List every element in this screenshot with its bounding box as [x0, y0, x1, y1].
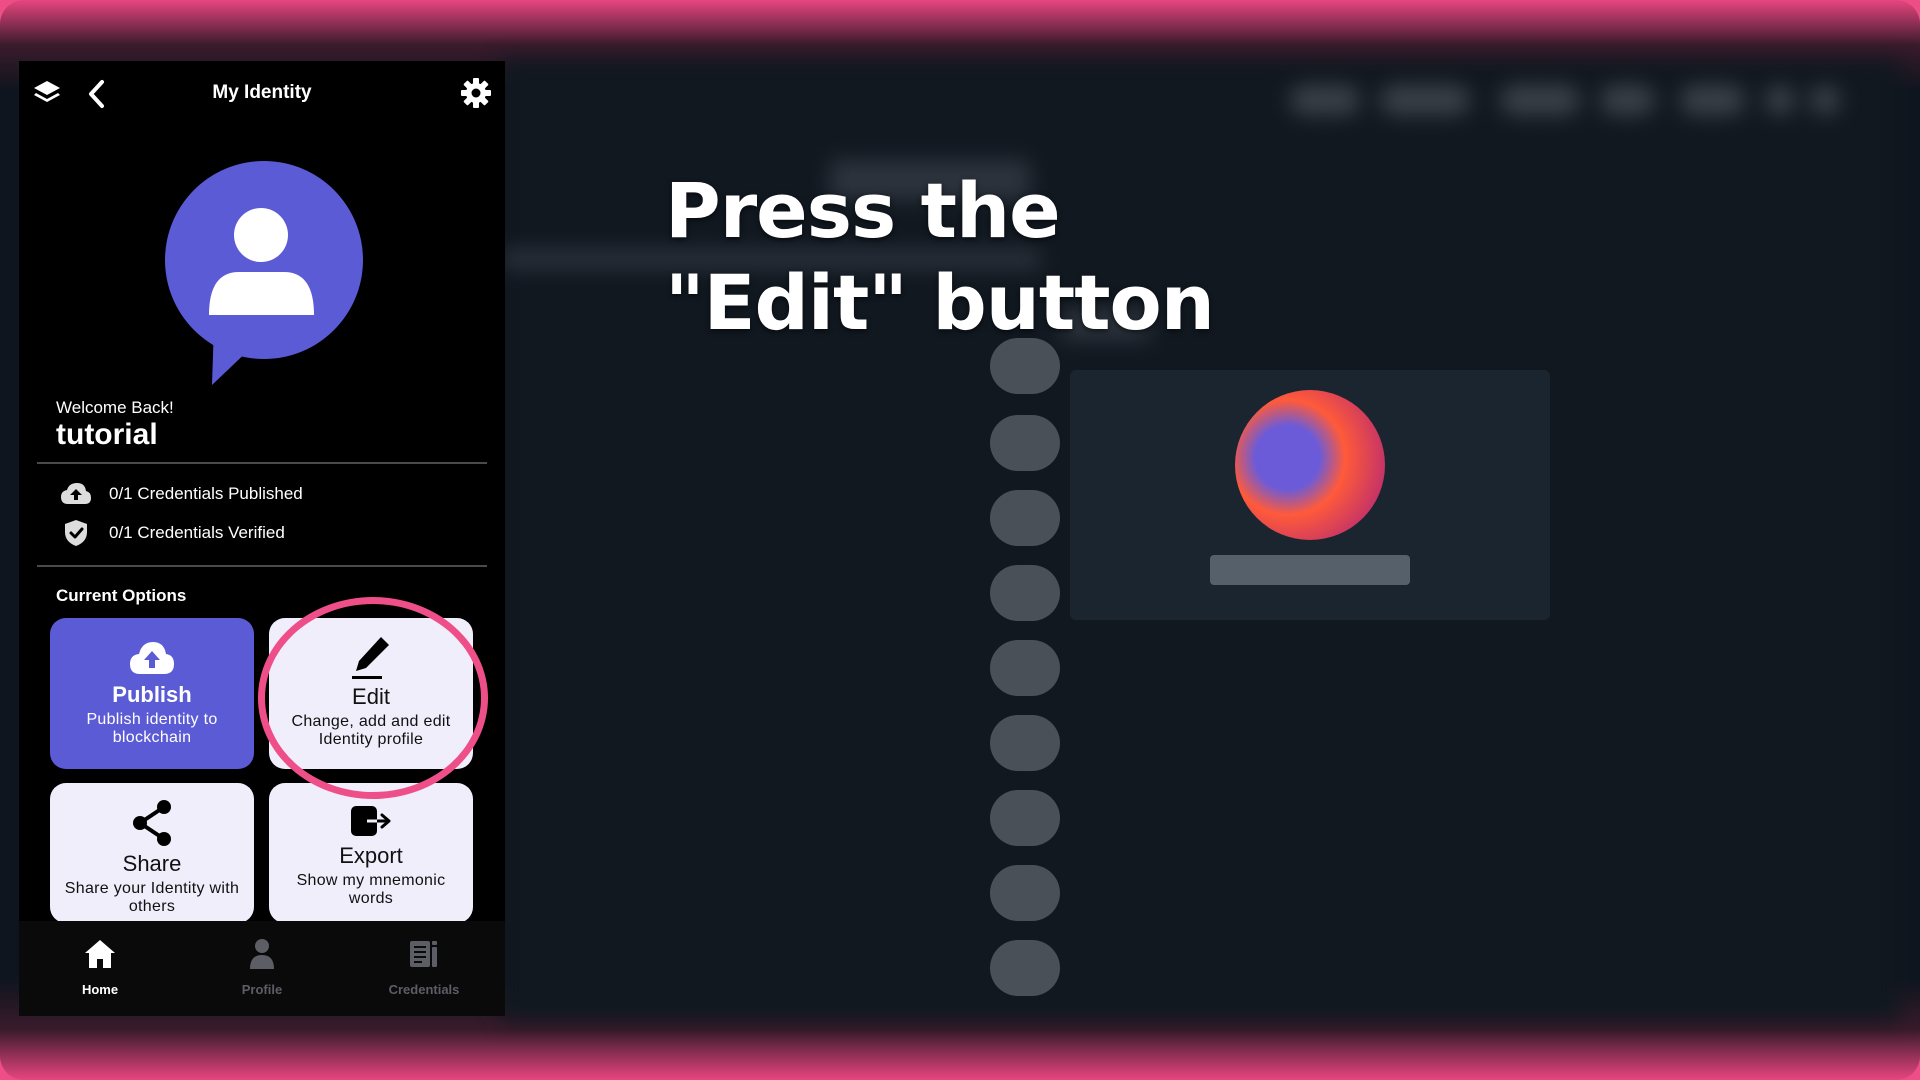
top-bar: My Identity	[19, 61, 505, 123]
nav-credentials[interactable]: Credentials	[343, 921, 505, 1016]
nav-profile[interactable]: Profile	[181, 921, 343, 1016]
user-speech-bubble-icon	[164, 160, 379, 390]
export-title: Export	[339, 843, 403, 868]
cloud-upload-icon	[129, 638, 175, 678]
username: tutorial	[56, 418, 158, 451]
section-label: Current Options	[56, 586, 187, 605]
share-title: Share	[122, 851, 182, 876]
publish-title: Publish	[112, 682, 192, 707]
welcome-text: Welcome Back!	[56, 398, 174, 417]
divider	[37, 462, 487, 464]
pencil-icon	[348, 634, 394, 680]
divider	[37, 565, 487, 567]
share-description: Share your Identity with others	[64, 880, 240, 915]
instruction-text: Press the "Edit" button	[665, 166, 1215, 347]
gear-icon[interactable]	[460, 77, 492, 109]
publish-button[interactable]: Publish Publish identity to blockchain	[50, 618, 254, 769]
nav-credentials-label: Credentials	[388, 982, 460, 997]
share-icon	[129, 799, 175, 847]
published-count: 0/1 Credentials Published	[109, 484, 303, 503]
cloud-upload-icon	[59, 480, 93, 508]
verified-count: 0/1 Credentials Verified	[109, 523, 285, 542]
document-icon	[409, 936, 439, 972]
home-icon	[84, 936, 116, 972]
edit-description: Change, add and edit Identity profile	[291, 713, 451, 748]
nav-home[interactable]: Home	[19, 921, 181, 1016]
export-button[interactable]: Export Show my mnemonic words	[269, 783, 473, 923]
nav-home-label: Home	[81, 982, 119, 997]
bottom-nav: Home Profile Credentials	[19, 921, 505, 1016]
person-icon	[249, 936, 275, 972]
share-button[interactable]: Share Share your Identity with others	[50, 783, 254, 923]
page-title: My Identity	[212, 82, 312, 103]
shield-check-icon	[59, 519, 93, 547]
edit-title: Edit	[352, 684, 390, 709]
published-stat: 0/1 Credentials Published	[59, 480, 303, 508]
export-icon	[349, 803, 393, 839]
publish-description: Publish identity to blockchain	[86, 711, 218, 746]
identity-app-panel: My Identity Welcome Back! tutorial 0/1 C…	[19, 61, 505, 1016]
verified-stat: 0/1 Credentials Verified	[59, 519, 285, 547]
edit-button[interactable]: Edit Change, add and edit Identity profi…	[269, 618, 473, 769]
export-description: Show my mnemonic words	[296, 872, 446, 907]
background-avatar	[1235, 390, 1385, 540]
nav-profile-label: Profile	[241, 982, 283, 997]
